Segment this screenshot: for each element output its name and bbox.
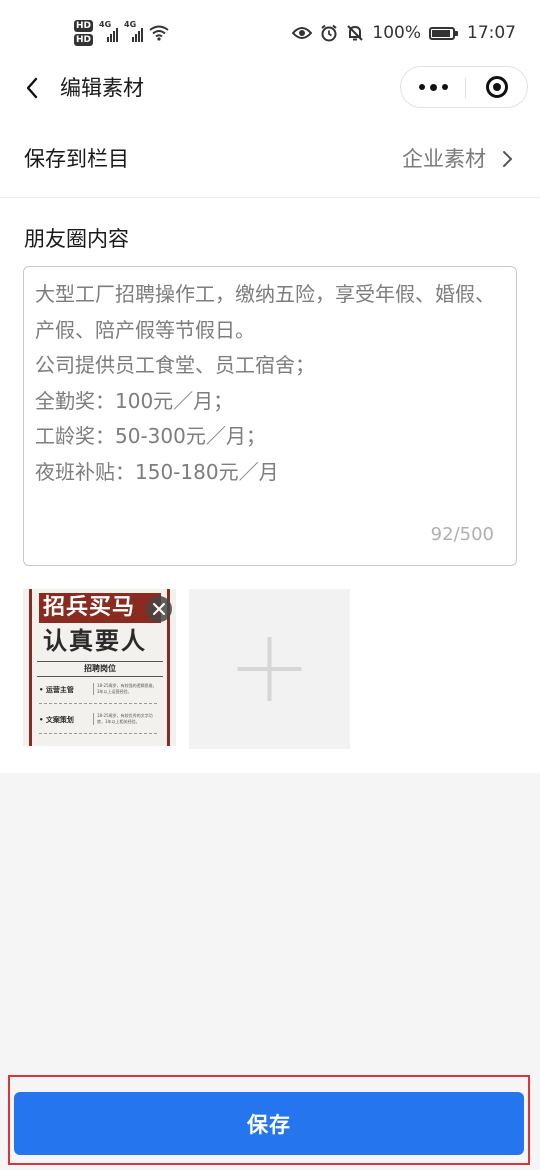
battery-percent: 100% — [372, 23, 421, 43]
page: HD HD 4G 4G 100% 17:07 编辑素材 保存到栏目 企业素材 朋… — [0, 0, 540, 1170]
remove-image-button[interactable] — [146, 596, 172, 622]
save-to-column-row[interactable]: 保存到栏目 企业素材 — [0, 120, 540, 198]
poster-item-1: • 运营主管 — [39, 686, 74, 694]
status-right: 100% 17:07 — [292, 20, 516, 46]
clock-time: 17:07 — [467, 23, 516, 43]
hd-badge-1: HD — [74, 20, 94, 32]
mini-program-capsule — [400, 66, 528, 108]
eye-icon — [292, 27, 313, 39]
poster-desc-2: 18-25周岁，有较优秀的文字功底，1年以上相关经验。 — [93, 713, 159, 725]
hd-indicators: HD HD — [74, 20, 94, 46]
save-button[interactable]: 保存 — [14, 1092, 524, 1155]
target-icon — [486, 76, 508, 98]
close-icon — [153, 603, 165, 615]
moments-content-text: 大型工厂招聘操作工，缴纳五险，享受年假、婚假、产假、陪产假等节假日。 公司提供员… — [35, 282, 495, 484]
mute-bell-icon — [347, 25, 364, 41]
moments-content-textarea[interactable]: 大型工厂招聘操作工，缴纳五险，享受年假、婚假、产假、陪产假等节假日。 公司提供员… — [23, 266, 517, 566]
poster-headline: 认真要人 — [43, 627, 147, 655]
character-counter: 92/500 — [430, 524, 494, 545]
status-left: HD HD 4G 4G — [74, 18, 169, 48]
alarm-icon — [321, 24, 338, 42]
poster-item-2: • 文案策划 — [39, 716, 74, 724]
nav-bar: 编辑素材 — [0, 66, 540, 110]
page-title: 编辑素材 — [60, 76, 144, 100]
signal-icon-1: 4G — [99, 20, 119, 42]
more-dots-icon — [418, 84, 425, 90]
chevron-left-icon — [26, 77, 38, 99]
close-mini-program-button[interactable] — [466, 67, 528, 107]
save-to-column-label: 保存到栏目 — [24, 147, 129, 171]
wifi-icon — [149, 25, 169, 41]
poster-banner-text: 招兵买马 — [39, 593, 161, 623]
plus-icon — [237, 637, 302, 701]
chevron-right-icon — [503, 151, 512, 167]
moments-content-label: 朋友圈内容 — [24, 227, 129, 251]
signal-icon-2: 4G — [124, 20, 144, 42]
poster-subtitle: 招聘岗位 — [37, 661, 163, 677]
more-button[interactable] — [401, 67, 465, 107]
selected-column-value: 企业素材 — [402, 147, 486, 171]
battery-icon — [429, 26, 458, 40]
poster-desc-1: 18-25周岁，有较强的逻辑思维，3年以上运营经验。 — [93, 683, 159, 695]
add-image-button[interactable] — [189, 589, 350, 749]
hd-badge-2: HD — [74, 34, 94, 46]
status-bar: HD HD 4G 4G 100% 17:07 — [0, 0, 540, 66]
back-button[interactable] — [20, 74, 48, 102]
